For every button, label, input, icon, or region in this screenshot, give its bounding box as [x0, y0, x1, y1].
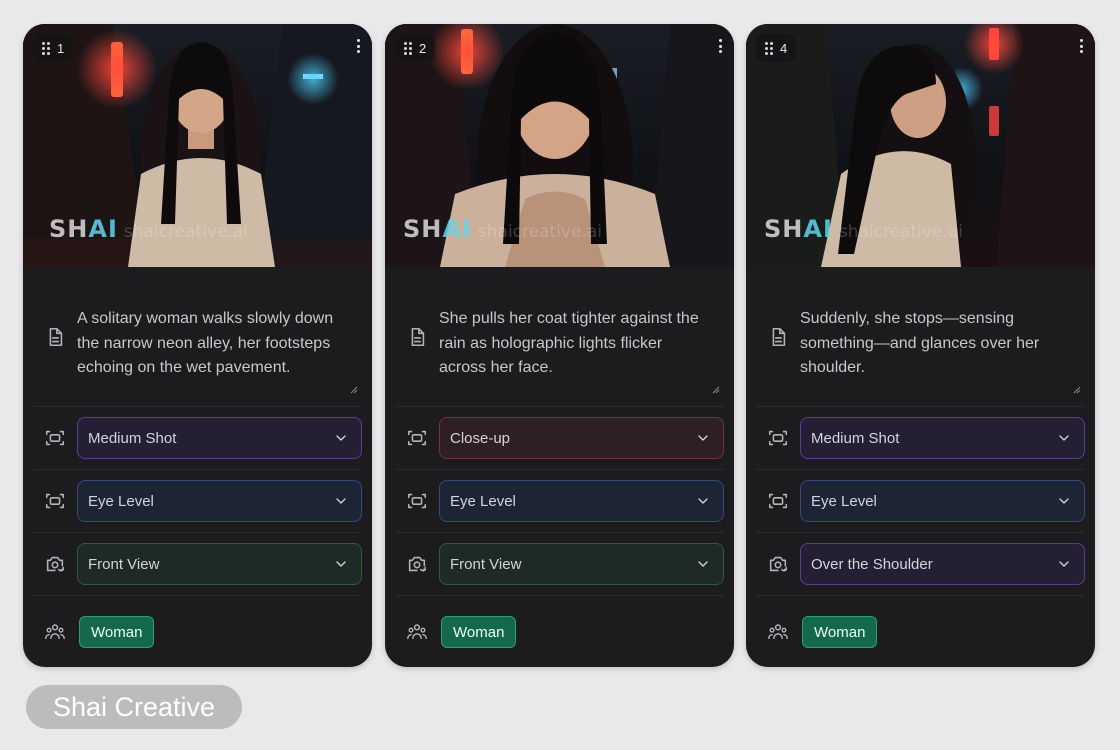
drag-handle-icon[interactable] — [765, 41, 773, 55]
shot-size-value: Medium Shot — [88, 429, 177, 447]
watermark-logo: SHAI — [403, 215, 472, 243]
camera-angle-row: Eye Level — [33, 470, 362, 533]
camera-view-row: Over the Shoulder — [756, 533, 1085, 596]
resize-handle-icon[interactable] — [712, 386, 720, 394]
camera-angle-select[interactable]: Eye Level — [800, 480, 1085, 522]
shot-size-value: Medium Shot — [811, 429, 900, 447]
shot-size-select[interactable]: Close-up — [439, 417, 724, 459]
camera-view-select[interactable]: Front View — [439, 543, 724, 585]
camera-rotate-icon — [395, 553, 439, 575]
camera-angle-select[interactable]: Eye Level — [77, 480, 362, 522]
people-icon — [395, 621, 439, 643]
storyboard-canvas: 1 SHAI shaicreative.ai A solitary woman … — [0, 0, 1120, 750]
characters-row: Woman — [756, 596, 1085, 667]
shot-thumbnail[interactable]: 1 SHAI shaicreative.ai — [23, 24, 372, 267]
chevron-down-icon — [1056, 556, 1072, 572]
drag-handle-icon[interactable] — [404, 41, 412, 55]
chevron-down-icon — [695, 556, 711, 572]
shot-number: 4 — [780, 40, 788, 56]
chevron-down-icon — [333, 430, 349, 446]
watermark: SHAI shaicreative.ai — [764, 215, 963, 243]
more-vertical-icon[interactable] — [715, 37, 725, 55]
camera-angle-value: Eye Level — [450, 492, 516, 510]
characters-row: Woman — [33, 596, 362, 667]
shot-size-row: Medium Shot — [756, 407, 1085, 470]
prompt-textarea[interactable]: Suddenly, she stops—sensing something—an… — [800, 267, 1085, 395]
prompt-row: She pulls her coat tighter against the r… — [395, 267, 724, 407]
character-chip[interactable]: Woman — [79, 616, 155, 648]
chevron-down-icon — [695, 493, 711, 509]
camera-view-row: Front View — [33, 533, 362, 596]
camera-angle-select[interactable]: Eye Level — [439, 480, 724, 522]
drag-handle-icon[interactable] — [42, 41, 50, 55]
document-icon — [756, 267, 800, 406]
shot-number-badge[interactable]: 1 — [33, 34, 74, 62]
camera-angle-value: Eye Level — [88, 492, 154, 510]
shot-number: 2 — [419, 40, 427, 56]
frame-focus-icon — [33, 427, 77, 449]
shot-size-row: Medium Shot — [33, 407, 362, 470]
shot-size-row: Close-up — [395, 407, 724, 470]
shot-size-select[interactable]: Medium Shot — [77, 417, 362, 459]
shot-number-badge[interactable]: 2 — [395, 34, 436, 62]
character-chip[interactable]: Woman — [441, 616, 517, 648]
shot-thumbnail[interactable]: 4 SHAI shaicreative.ai — [746, 24, 1095, 267]
prompt-textarea[interactable]: A solitary woman walks slowly down the n… — [77, 267, 362, 395]
document-icon — [33, 267, 77, 406]
camera-view-select[interactable]: Front View — [77, 543, 362, 585]
character-chip[interactable]: Woman — [802, 616, 878, 648]
document-icon — [395, 267, 439, 406]
people-icon — [756, 621, 800, 643]
prompt-row: A solitary woman walks slowly down the n… — [33, 267, 362, 407]
shot-number: 1 — [57, 40, 65, 56]
camera-view-value: Over the Shoulder — [811, 555, 933, 573]
frame-focus-icon — [756, 427, 800, 449]
watermark-logo: SHAI — [764, 215, 833, 243]
shot-card[interactable]: 2 SHAI shaicreative.ai She pulls her coa… — [385, 24, 734, 667]
resize-handle-icon[interactable] — [1073, 386, 1081, 394]
shot-card[interactable]: 1 SHAI shaicreative.ai A solitary woman … — [23, 24, 372, 667]
prompt-row: Suddenly, she stops—sensing something—an… — [756, 267, 1085, 407]
camera-rotate-icon — [756, 553, 800, 575]
more-vertical-icon[interactable] — [353, 37, 363, 55]
watermark-url: shaicreative.ai — [477, 222, 602, 242]
watermark-url: shaicreative.ai — [123, 222, 248, 242]
characters-row: Woman — [395, 596, 724, 667]
frame-focus-icon — [33, 490, 77, 512]
watermark: SHAI shaicreative.ai — [403, 215, 602, 243]
people-icon — [33, 621, 77, 643]
shot-size-value: Close-up — [450, 429, 511, 447]
chevron-down-icon — [333, 493, 349, 509]
frame-focus-icon — [395, 490, 439, 512]
more-vertical-icon[interactable] — [1076, 37, 1086, 55]
camera-rotate-icon — [33, 553, 77, 575]
shot-thumbnail[interactable]: 2 SHAI shaicreative.ai — [385, 24, 734, 267]
shot-card[interactable]: 4 SHAI shaicreative.ai Suddenly, she sto… — [746, 24, 1095, 667]
camera-angle-value: Eye Level — [811, 492, 877, 510]
camera-view-row: Front View — [395, 533, 724, 596]
watermark: SHAI shaicreative.ai — [49, 215, 248, 243]
frame-focus-icon — [395, 427, 439, 449]
chevron-down-icon — [1056, 493, 1072, 509]
camera-view-select[interactable]: Over the Shoulder — [800, 543, 1085, 585]
prompt-textarea[interactable]: She pulls her coat tighter against the r… — [439, 267, 724, 395]
shot-size-select[interactable]: Medium Shot — [800, 417, 1085, 459]
watermark-logo: SHAI — [49, 215, 118, 243]
shot-number-badge[interactable]: 4 — [756, 34, 797, 62]
chevron-down-icon — [1056, 430, 1072, 446]
camera-angle-row: Eye Level — [395, 470, 724, 533]
camera-view-value: Front View — [88, 555, 160, 573]
chevron-down-icon — [333, 556, 349, 572]
chevron-down-icon — [695, 430, 711, 446]
frame-focus-icon — [756, 490, 800, 512]
camera-angle-row: Eye Level — [756, 470, 1085, 533]
camera-view-value: Front View — [450, 555, 522, 573]
watermark-url: shaicreative.ai — [838, 222, 963, 242]
resize-handle-icon[interactable] — [350, 386, 358, 394]
brand-label: Shai Creative — [26, 685, 242, 729]
